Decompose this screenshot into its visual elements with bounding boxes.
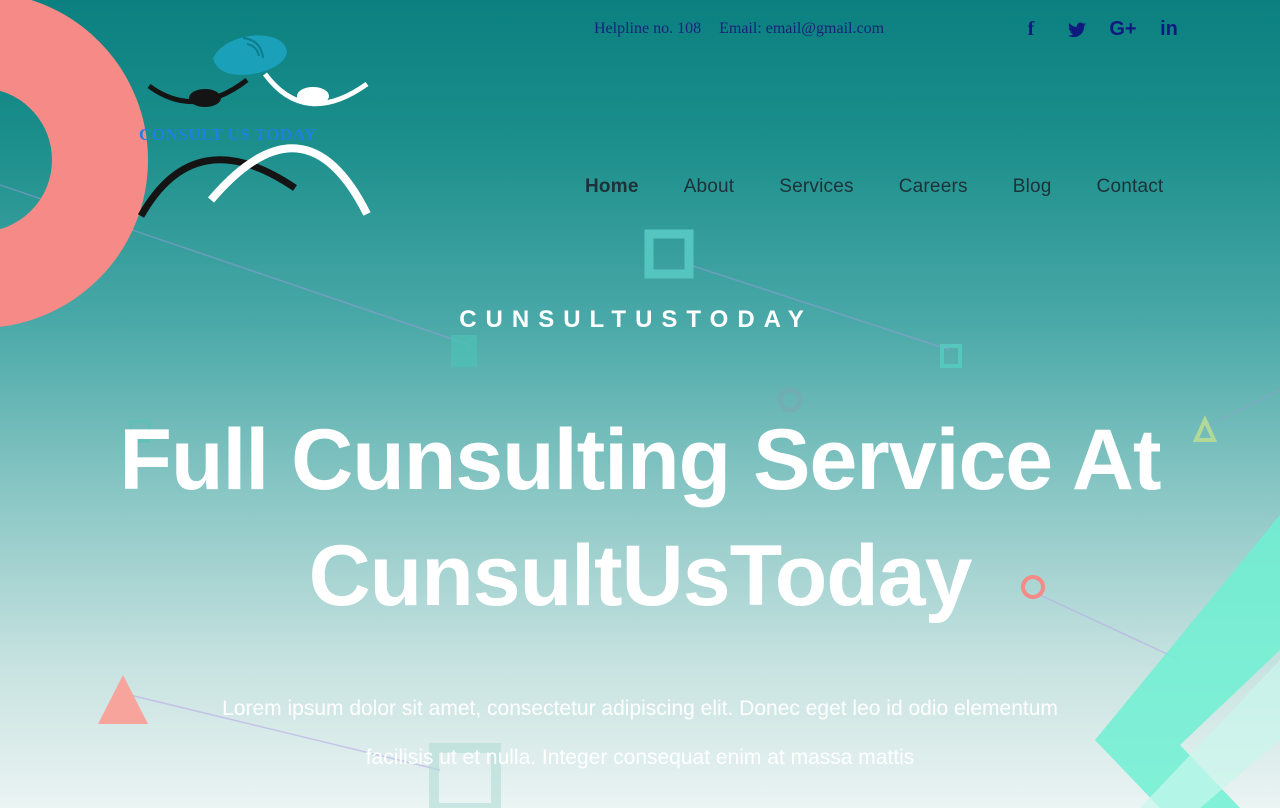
google-plus-icon[interactable]: G+ — [1100, 16, 1146, 42]
nav-item-about[interactable]: About — [684, 176, 735, 198]
nav-item-blog[interactable]: Blog — [1013, 176, 1052, 198]
nav-item-services[interactable]: Services — [779, 176, 853, 198]
coral-ring-shape — [0, 0, 148, 327]
logo-text: CONSULT US TODAY — [139, 125, 317, 144]
logo-head-shape — [213, 35, 287, 75]
email-text: Email: email@gmail.com — [719, 20, 885, 37]
hero-headline-line-1: Full Cunsulting Service At — [119, 412, 1161, 508]
nav-item-careers[interactable]: Careers — [899, 176, 968, 198]
social-links: f G+ in — [1008, 16, 1192, 42]
contact-info-bar: Helpline no. 108 Email: email@gmail.com — [594, 20, 898, 38]
coral-triangle-shape — [98, 675, 148, 724]
main-nav: Home About Services Careers Blog Contact — [585, 176, 1163, 198]
twitter-icon[interactable] — [1054, 16, 1100, 42]
site-logo[interactable]: CONSULT US TODAY — [135, 30, 395, 220]
hero-description: Lorem ipsum dolor sit amet, consectetur … — [190, 684, 1090, 782]
square-shape — [451, 335, 477, 367]
hero-headline: Full Cunsulting Service At CunsultUsToda… — [0, 402, 1280, 634]
hero-kicker: CUNSULTUSTODAY — [459, 306, 813, 333]
hero-description-line-2: facilisis ut et nulla. Integer consequat… — [365, 746, 915, 769]
square-shape — [644, 229, 694, 279]
nav-item-home[interactable]: Home — [585, 176, 639, 198]
helpline-text: Helpline no. 108 — [594, 20, 702, 37]
hero-description-line-1: Lorem ipsum dolor sit amet, consectetur … — [222, 697, 1058, 720]
facebook-icon[interactable]: f — [1008, 16, 1054, 42]
hero-headline-line-2: CunsultUsToday — [308, 528, 973, 624]
nav-item-contact[interactable]: Contact — [1097, 176, 1164, 198]
linkedin-icon[interactable]: in — [1146, 16, 1192, 42]
